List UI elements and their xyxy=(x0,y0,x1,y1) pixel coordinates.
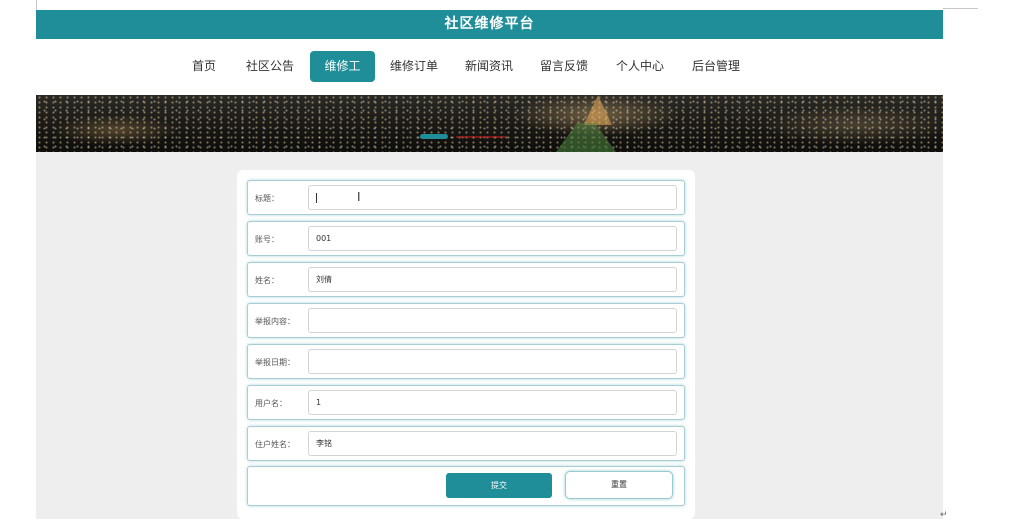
resident-name-input[interactable]: 李铭 xyxy=(308,431,677,456)
field-label-title: 标题： xyxy=(255,194,279,203)
form-row-username: 用户名： 1 xyxy=(247,385,685,420)
carousel-indicator-active[interactable] xyxy=(420,134,448,139)
paragraph-mark-icon: ↵ xyxy=(940,510,948,520)
nav-item-feedback[interactable]: 留言反馈 xyxy=(534,51,594,82)
name-input[interactable]: 刘倩 xyxy=(308,267,677,292)
top-header-bar: 社区维修平台 xyxy=(36,10,943,39)
nav-item-home[interactable]: 首页 xyxy=(184,51,224,82)
form-row-resident-name: 住户姓名： 李铭 xyxy=(247,426,685,461)
title-input[interactable]: I xyxy=(308,185,677,210)
form-row-account: 账号： 001 xyxy=(247,221,685,256)
form-actions: 提交 重置 xyxy=(247,466,685,506)
nav-item-admin[interactable]: 后台管理 xyxy=(686,51,746,82)
banner-carousel xyxy=(36,95,943,152)
nav-item-repairman[interactable]: 维修工 xyxy=(310,51,375,82)
submit-button[interactable]: 提交 xyxy=(446,473,552,498)
report-content-input[interactable] xyxy=(308,308,677,333)
field-label-account: 账号： xyxy=(255,235,279,244)
form-row-name: 姓名： 刘倩 xyxy=(247,262,685,297)
text-caret xyxy=(316,193,317,203)
app-window: 社区维修平台 首页 社区公告 维修工 维修订单 新闻资讯 留言反馈 个人中心 后… xyxy=(36,10,943,519)
nav-item-repair-orders[interactable]: 维修订单 xyxy=(384,51,444,82)
field-label-report-content: 举报内容： xyxy=(255,317,295,326)
city-lights-decoration-2 xyxy=(36,95,943,152)
nav-item-announcements[interactable]: 社区公告 xyxy=(240,51,300,82)
form-row-report-date: 举报日期： xyxy=(247,344,685,379)
form-row-title: 标题： I xyxy=(247,180,685,215)
main-navigation: 首页 社区公告 维修工 维修订单 新闻资讯 留言反馈 个人中心 后台管理 xyxy=(36,39,943,95)
nav-item-news[interactable]: 新闻资讯 xyxy=(459,51,519,82)
document-guide-right xyxy=(943,8,978,9)
field-label-username: 用户名： xyxy=(255,399,287,408)
nav-item-profile[interactable]: 个人中心 xyxy=(610,51,670,82)
field-label-name: 姓名： xyxy=(255,276,279,285)
repairman-form: 标题： I 账号： 001 姓名： 刘倩 举报内容： 举报日期： 用户名： 1 xyxy=(237,170,695,519)
site-title: 社区维修平台 xyxy=(444,16,535,32)
report-date-input[interactable] xyxy=(308,349,677,374)
username-input[interactable]: 1 xyxy=(308,390,677,415)
document-guide-left xyxy=(36,0,37,10)
field-label-report-date: 举报日期： xyxy=(255,358,295,367)
field-label-resident-name: 住户姓名： xyxy=(255,440,295,449)
account-input[interactable]: 001 xyxy=(308,226,677,251)
form-row-report-content: 举报内容： xyxy=(247,303,685,338)
tower-silhouette xyxy=(584,95,612,125)
reset-button[interactable]: 重置 xyxy=(565,471,673,499)
ibeam-cursor-icon: I xyxy=(357,190,361,204)
carousel-indicator[interactable] xyxy=(456,136,506,138)
